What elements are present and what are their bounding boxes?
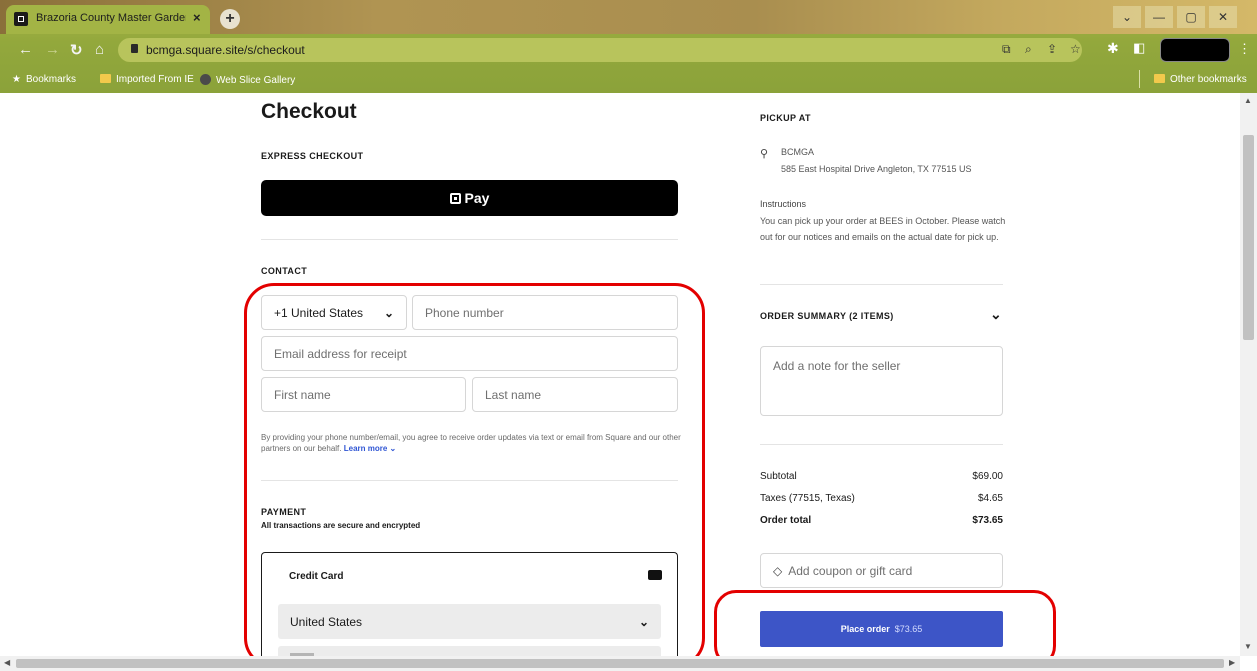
order-summary-label[interactable]: ORDER SUMMARY (2 ITEMS) (760, 311, 894, 321)
profile-avatar[interactable] (1160, 38, 1230, 62)
tag-icon: ◇ (773, 563, 783, 578)
subtotal-value: $69.00 (972, 471, 1003, 482)
home-icon[interactable]: ⌂ (95, 41, 104, 58)
bookmark-item-web-slice[interactable]: Web Slice Gallery (200, 74, 295, 86)
order-total-label: Order total (760, 515, 812, 526)
pickup-name: BCMGA (781, 147, 815, 157)
divider (261, 239, 678, 240)
menu-kebab-icon[interactable]: ⋮ (1238, 41, 1251, 57)
seller-note-input[interactable]: Add a note for the seller (760, 346, 1003, 416)
location-pin-icon: ⚲ (760, 148, 769, 160)
coupon-input[interactable]: ◇ Add coupon or gift card (760, 553, 1003, 588)
zoom-icon[interactable]: ⌕ (1025, 42, 1032, 57)
subtotal-label: Subtotal (760, 471, 797, 482)
folder-icon (1154, 74, 1165, 83)
lock-icon[interactable] (131, 44, 138, 53)
scroll-down-arrow-icon[interactable]: ▼ (1244, 642, 1252, 651)
forward-arrow-icon[interactable]: → (45, 41, 60, 58)
reload-icon[interactable]: ↻ (70, 41, 83, 59)
taxes-label: Taxes (77515, Texas) (760, 493, 855, 504)
pickup-instructions: You can pick up your order at BEES in Oc… (760, 216, 1006, 242)
chevron-down-icon[interactable]: ⌄ (990, 306, 1002, 323)
folder-icon (100, 74, 111, 83)
bookmark-item-bookmarks[interactable]: ★ Bookmarks (12, 74, 76, 85)
annotation-highlight-contact-payment (244, 283, 705, 668)
horizontal-scroll-thumb[interactable] (16, 659, 1224, 668)
page-title: Checkout (261, 100, 357, 123)
install-app-icon[interactable]: ⧉ (1002, 42, 1011, 57)
vertical-scroll-thumb[interactable] (1243, 135, 1254, 340)
maximize-icon[interactable]: ▢ (1177, 6, 1205, 28)
tab-close-icon[interactable]: × (193, 10, 201, 25)
pickup-address: 585 East Hospital Drive Angleton, TX 775… (781, 164, 972, 174)
bookmarks-star-icon: ★ (12, 74, 21, 85)
window-close-icon[interactable]: ✕ (1209, 6, 1237, 28)
taxes-value: $4.65 (977, 493, 1003, 504)
new-tab-button[interactable]: + (220, 9, 240, 29)
scroll-left-arrow-icon[interactable]: ◀ (4, 658, 10, 667)
divider (760, 444, 1003, 445)
square-favicon-icon (14, 12, 28, 26)
pickup-label: PICKUP AT (760, 113, 811, 123)
contact-label: CONTACT (261, 266, 308, 276)
square-pay-button[interactable]: Pay (261, 180, 678, 216)
scroll-right-arrow-icon[interactable]: ▶ (1229, 658, 1235, 667)
side-panel-icon[interactable]: ◧ (1133, 40, 1145, 56)
back-arrow-icon[interactable]: ← (18, 41, 33, 58)
bookmark-item-other[interactable]: Other bookmarks (1154, 74, 1247, 85)
square-logo-icon (449, 192, 461, 204)
tab-search-chevron-icon[interactable]: ⌄ (1113, 6, 1141, 28)
tab-title: Brazoria County Master Gardene (36, 12, 186, 24)
order-total-value: $73.65 (972, 515, 1003, 526)
minimize-icon[interactable]: — (1145, 6, 1173, 28)
scroll-up-arrow-icon[interactable]: ▲ (1244, 96, 1252, 105)
instructions-label: Instructions (760, 199, 807, 209)
url-text[interactable]: bcmga.square.site/s/checkout (146, 43, 305, 57)
bookmarks-divider (1139, 70, 1140, 88)
globe-icon (200, 74, 211, 85)
bookmark-star-icon[interactable]: ☆ (1070, 42, 1081, 56)
express-checkout-label: EXPRESS CHECKOUT (261, 151, 364, 161)
divider (760, 284, 1003, 285)
bookmark-item-imported[interactable]: Imported From IE (100, 74, 194, 85)
extensions-puzzle-icon[interactable]: ✱ (1107, 40, 1119, 57)
share-icon[interactable]: ⇪ (1047, 42, 1057, 56)
